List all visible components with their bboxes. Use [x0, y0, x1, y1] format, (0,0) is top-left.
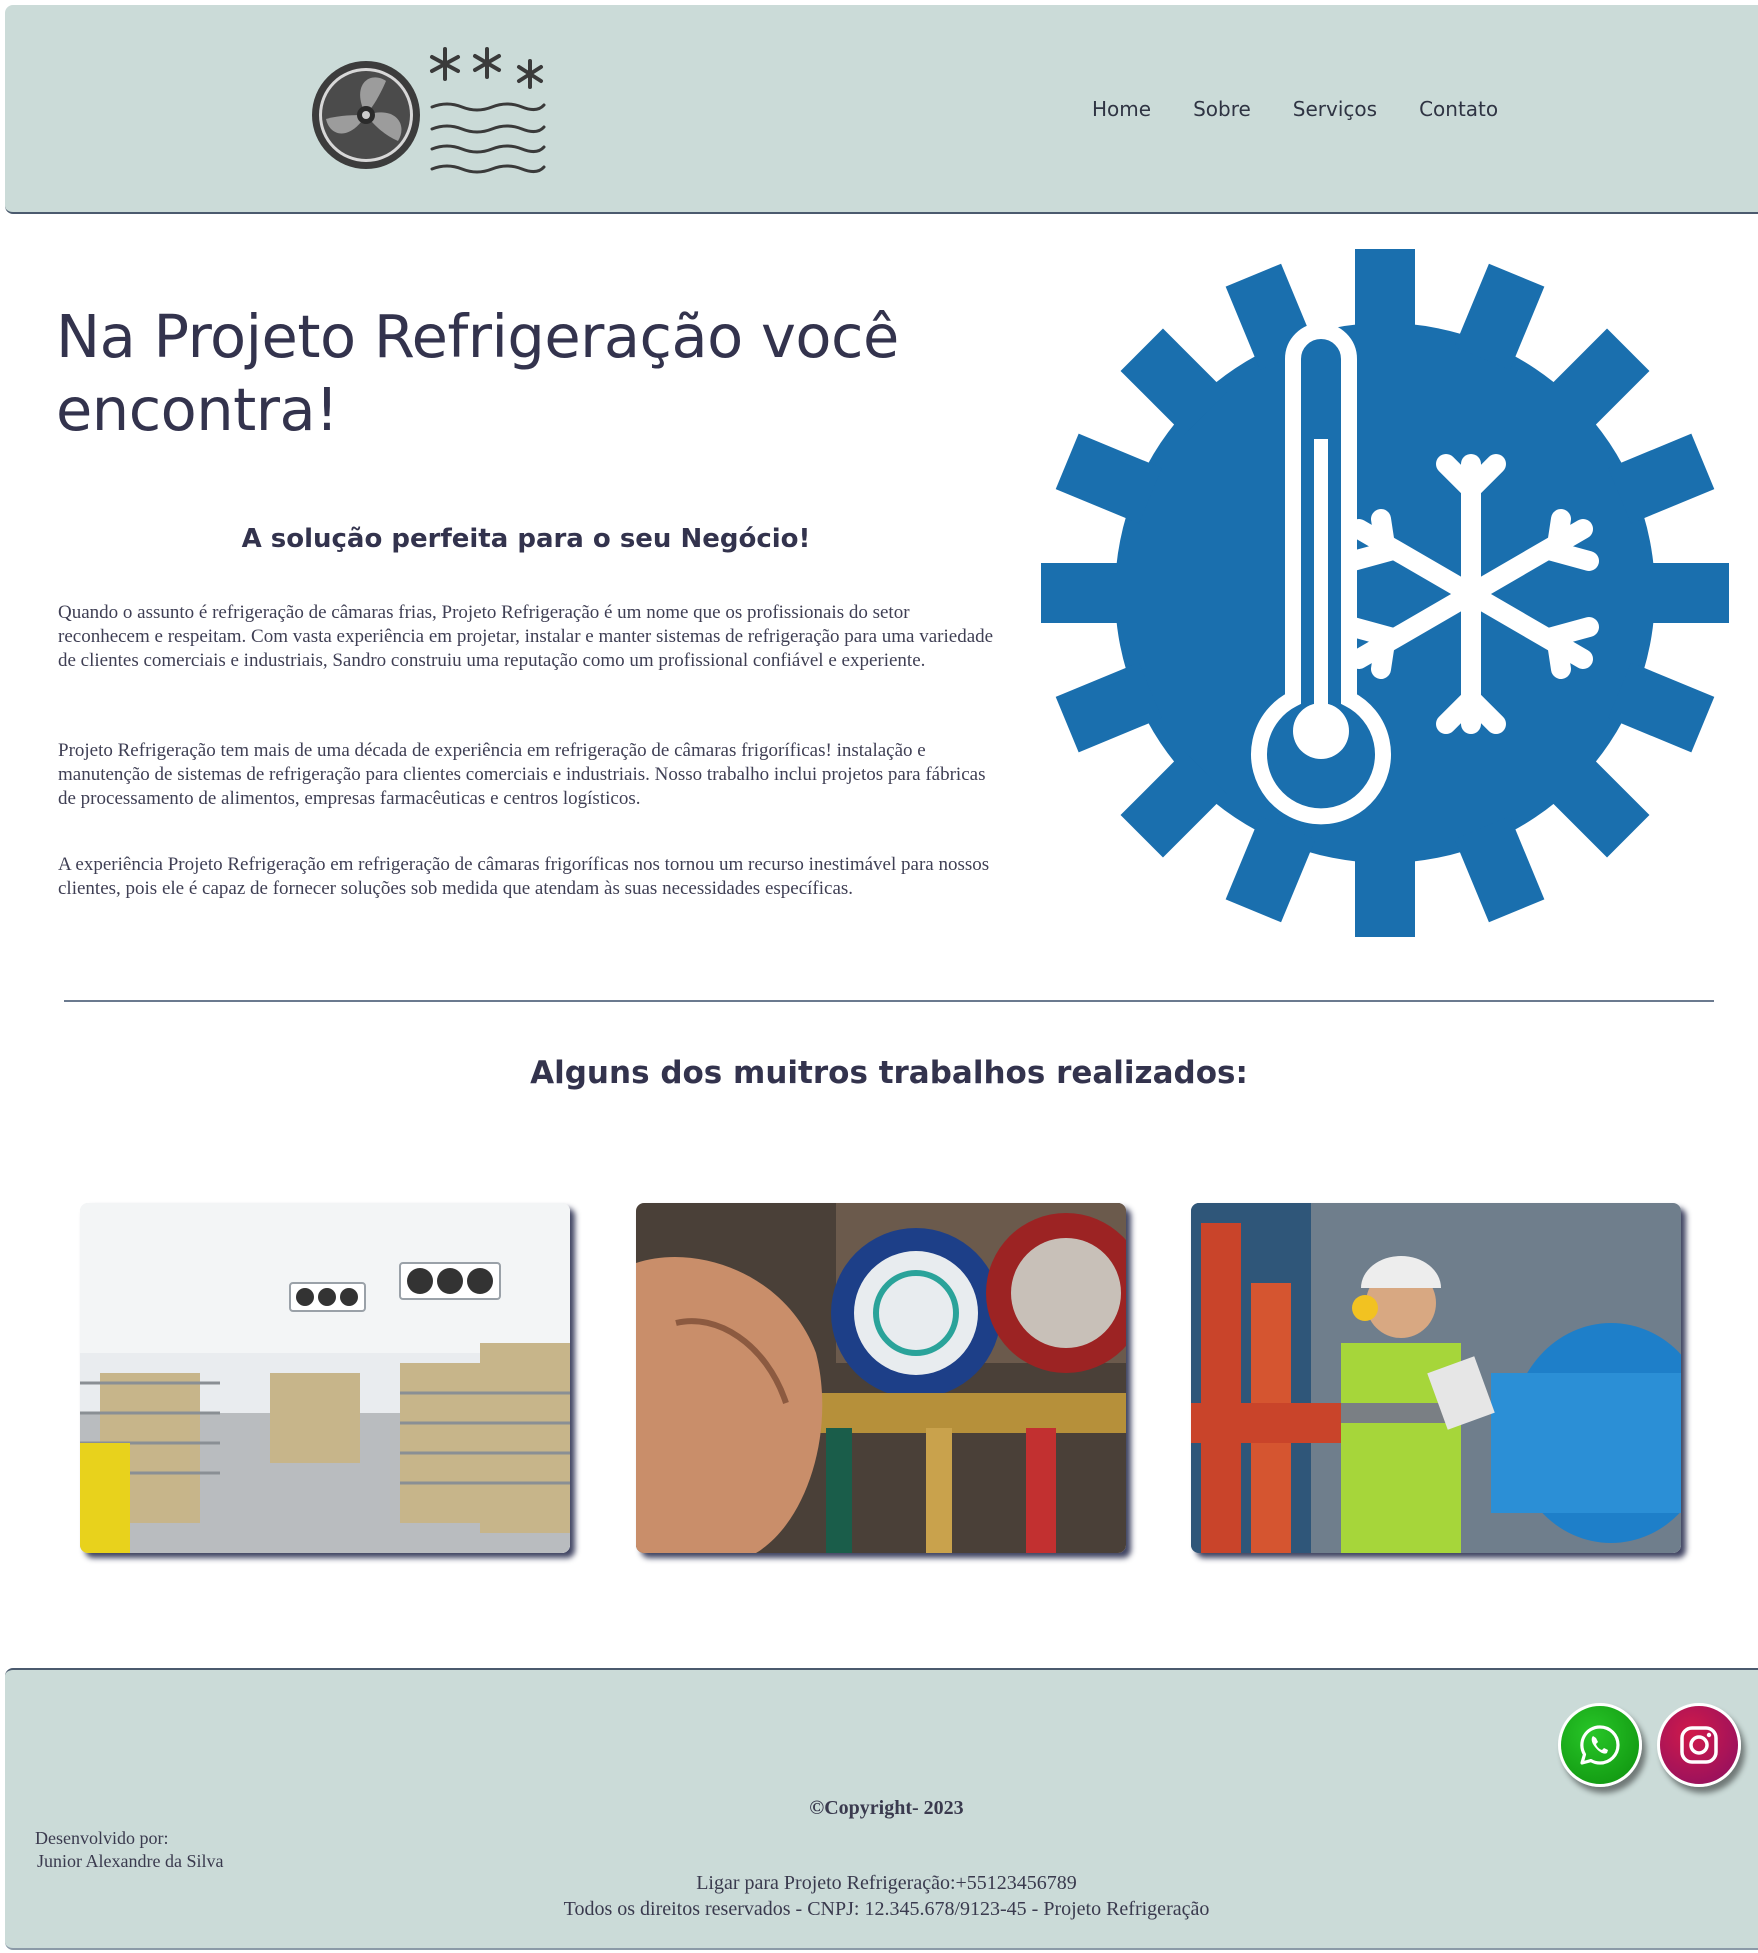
hero-paragraph-1: Quando o assunto é refrigeração de câmar…	[58, 602, 994, 671]
hero-paragraph-2: Projeto Refrigeração tem mais de uma déc…	[58, 740, 986, 809]
hero-paragraph-3: A experiência Projeto Refrigeração em re…	[58, 854, 990, 899]
developer-name: Junior Alexandre da Silva	[37, 1851, 224, 1871]
instagram-icon	[1680, 1726, 1718, 1764]
section-divider	[64, 1000, 1714, 1002]
whatsapp-icon	[1580, 1725, 1620, 1765]
site-header: Home Sobre Serviços Contato	[5, 5, 1758, 214]
nav-sobre-link[interactable]: Sobre	[1193, 97, 1251, 121]
instagram-button[interactable]	[1657, 1703, 1741, 1787]
main-nav: Home Sobre Serviços Contato	[1092, 97, 1498, 121]
nav-home-link[interactable]: Home	[1092, 97, 1151, 121]
gear-thermometer-snowflake-icon	[1041, 249, 1729, 937]
pressure-gauges-photo-icon	[636, 1203, 1126, 1553]
works-heading: Alguns dos muitros trabalhos realizados:	[530, 1055, 1248, 1091]
gallery-image-technician[interactable]	[1191, 1203, 1681, 1553]
gallery-image-gauges[interactable]	[636, 1203, 1126, 1553]
logo[interactable]	[310, 45, 550, 180]
nav-servicos-link[interactable]: Serviços	[1293, 97, 1377, 121]
hero-title: Na Projeto Refrigeração você encontra!	[56, 302, 899, 444]
nav-contato-link[interactable]: Contato	[1419, 97, 1498, 121]
technician-photo-icon	[1191, 1203, 1681, 1553]
developed-by-label: Desenvolvido por:	[35, 1828, 169, 1848]
fan-snowflake-logo-icon	[312, 47, 546, 174]
hero-subtitle: A solução perfeita para o seu Negócio!	[241, 524, 811, 554]
site-footer: ©Copyright- 2023 Desenvolvido por: Junio…	[5, 1668, 1758, 1950]
hero-image	[1041, 249, 1729, 937]
copyright: ©Copyright- 2023	[809, 1797, 964, 1819]
cold-room-photo-icon	[80, 1203, 570, 1553]
rights-line: Todos os direitos reservados - CNPJ: 12.…	[563, 1898, 1210, 1920]
whatsapp-button[interactable]	[1558, 1703, 1642, 1787]
phone-line: Ligar para Projeto Refrigeração:+5512345…	[696, 1872, 1077, 1894]
gallery-image-cold-room[interactable]	[80, 1203, 570, 1553]
